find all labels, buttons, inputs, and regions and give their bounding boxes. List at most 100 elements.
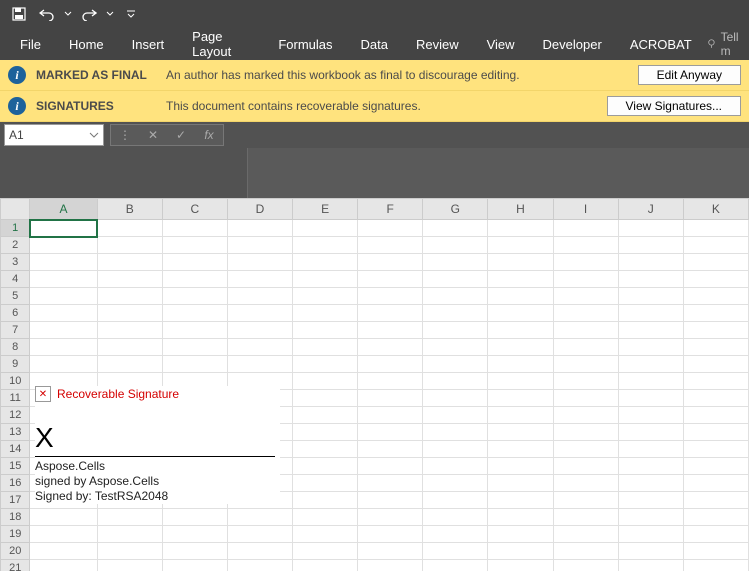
cell[interactable]	[227, 322, 292, 339]
cell[interactable]	[618, 220, 683, 237]
cell[interactable]	[488, 424, 553, 441]
cell[interactable]	[618, 305, 683, 322]
cell[interactable]	[423, 271, 488, 288]
row-header[interactable]: 4	[1, 271, 30, 288]
cell[interactable]	[293, 220, 358, 237]
cell[interactable]	[358, 271, 423, 288]
cell[interactable]	[618, 475, 683, 492]
undo-icon[interactable]	[34, 2, 60, 26]
tab-acrobat[interactable]: ACROBAT	[616, 28, 706, 60]
cell[interactable]	[488, 254, 553, 271]
cell[interactable]	[227, 271, 292, 288]
cell[interactable]	[358, 441, 423, 458]
column-header[interactable]: G	[423, 199, 488, 220]
cell[interactable]	[358, 424, 423, 441]
cell[interactable]	[97, 305, 162, 322]
row-header[interactable]: 20	[1, 543, 30, 560]
cell[interactable]	[423, 237, 488, 254]
column-header[interactable]: K	[683, 199, 748, 220]
enter-icon[interactable]: ✓	[167, 125, 195, 145]
column-header[interactable]: D	[227, 199, 292, 220]
cell[interactable]	[358, 305, 423, 322]
column-header[interactable]: A	[30, 199, 97, 220]
cell[interactable]	[358, 288, 423, 305]
cell[interactable]	[488, 288, 553, 305]
cell[interactable]	[293, 492, 358, 509]
cell[interactable]	[488, 220, 553, 237]
fx-icon[interactable]: fx	[195, 125, 223, 145]
cell[interactable]	[683, 407, 748, 424]
cell[interactable]	[618, 458, 683, 475]
row-header[interactable]: 15	[1, 458, 30, 475]
cell[interactable]	[488, 339, 553, 356]
cell[interactable]	[488, 305, 553, 322]
column-header[interactable]: F	[358, 199, 423, 220]
cell[interactable]	[488, 526, 553, 543]
cell[interactable]	[358, 322, 423, 339]
cell[interactable]	[618, 271, 683, 288]
cell[interactable]	[293, 339, 358, 356]
cell[interactable]	[423, 424, 488, 441]
cell[interactable]	[423, 305, 488, 322]
row-header[interactable]: 18	[1, 509, 30, 526]
row-header[interactable]: 12	[1, 407, 30, 424]
cell[interactable]	[618, 441, 683, 458]
cell[interactable]	[358, 560, 423, 571]
cell[interactable]	[553, 220, 618, 237]
cell[interactable]	[358, 339, 423, 356]
edit-anyway-button[interactable]: Edit Anyway	[638, 65, 741, 85]
cell[interactable]	[423, 492, 488, 509]
cell[interactable]	[162, 356, 227, 373]
cell[interactable]	[358, 475, 423, 492]
cell[interactable]	[30, 220, 97, 237]
cell[interactable]	[618, 254, 683, 271]
cell[interactable]	[97, 288, 162, 305]
row-header[interactable]: 13	[1, 424, 30, 441]
cell[interactable]	[358, 458, 423, 475]
row-header[interactable]: 8	[1, 339, 30, 356]
redo-dropdown-icon[interactable]	[104, 2, 116, 26]
cell[interactable]	[423, 339, 488, 356]
spreadsheet-grid[interactable]: A B C D E F G H I J K 123456789101112131…	[0, 198, 749, 571]
cell[interactable]	[423, 441, 488, 458]
undo-dropdown-icon[interactable]	[62, 2, 74, 26]
row-header[interactable]: 21	[1, 560, 30, 571]
cell[interactable]	[293, 254, 358, 271]
cancel-icon[interactable]: ✕	[139, 125, 167, 145]
cell[interactable]	[553, 407, 618, 424]
cell[interactable]	[162, 322, 227, 339]
cell[interactable]	[618, 543, 683, 560]
cell[interactable]	[358, 254, 423, 271]
cell[interactable]	[423, 560, 488, 571]
cell[interactable]	[683, 543, 748, 560]
column-header[interactable]: I	[553, 199, 618, 220]
cell[interactable]	[293, 237, 358, 254]
cell[interactable]	[227, 526, 292, 543]
cell[interactable]	[358, 390, 423, 407]
cell[interactable]	[553, 475, 618, 492]
cell[interactable]	[97, 356, 162, 373]
cell[interactable]	[293, 288, 358, 305]
select-all-corner[interactable]	[1, 199, 30, 220]
cell[interactable]	[618, 356, 683, 373]
column-header[interactable]: E	[293, 199, 358, 220]
cell[interactable]	[618, 560, 683, 571]
cell[interactable]	[423, 475, 488, 492]
cell[interactable]	[30, 305, 97, 322]
cell[interactable]	[97, 339, 162, 356]
cell[interactable]	[618, 492, 683, 509]
cell[interactable]	[683, 492, 748, 509]
cell[interactable]	[358, 526, 423, 543]
cell[interactable]	[97, 509, 162, 526]
cell[interactable]	[553, 390, 618, 407]
cell[interactable]	[423, 526, 488, 543]
redo-icon[interactable]	[76, 2, 102, 26]
cell[interactable]	[30, 339, 97, 356]
cell[interactable]	[97, 254, 162, 271]
cell[interactable]	[293, 356, 358, 373]
tab-file[interactable]: File	[6, 28, 55, 60]
row-header[interactable]: 17	[1, 492, 30, 509]
cell[interactable]	[162, 271, 227, 288]
cell[interactable]	[683, 237, 748, 254]
cell[interactable]	[30, 254, 97, 271]
